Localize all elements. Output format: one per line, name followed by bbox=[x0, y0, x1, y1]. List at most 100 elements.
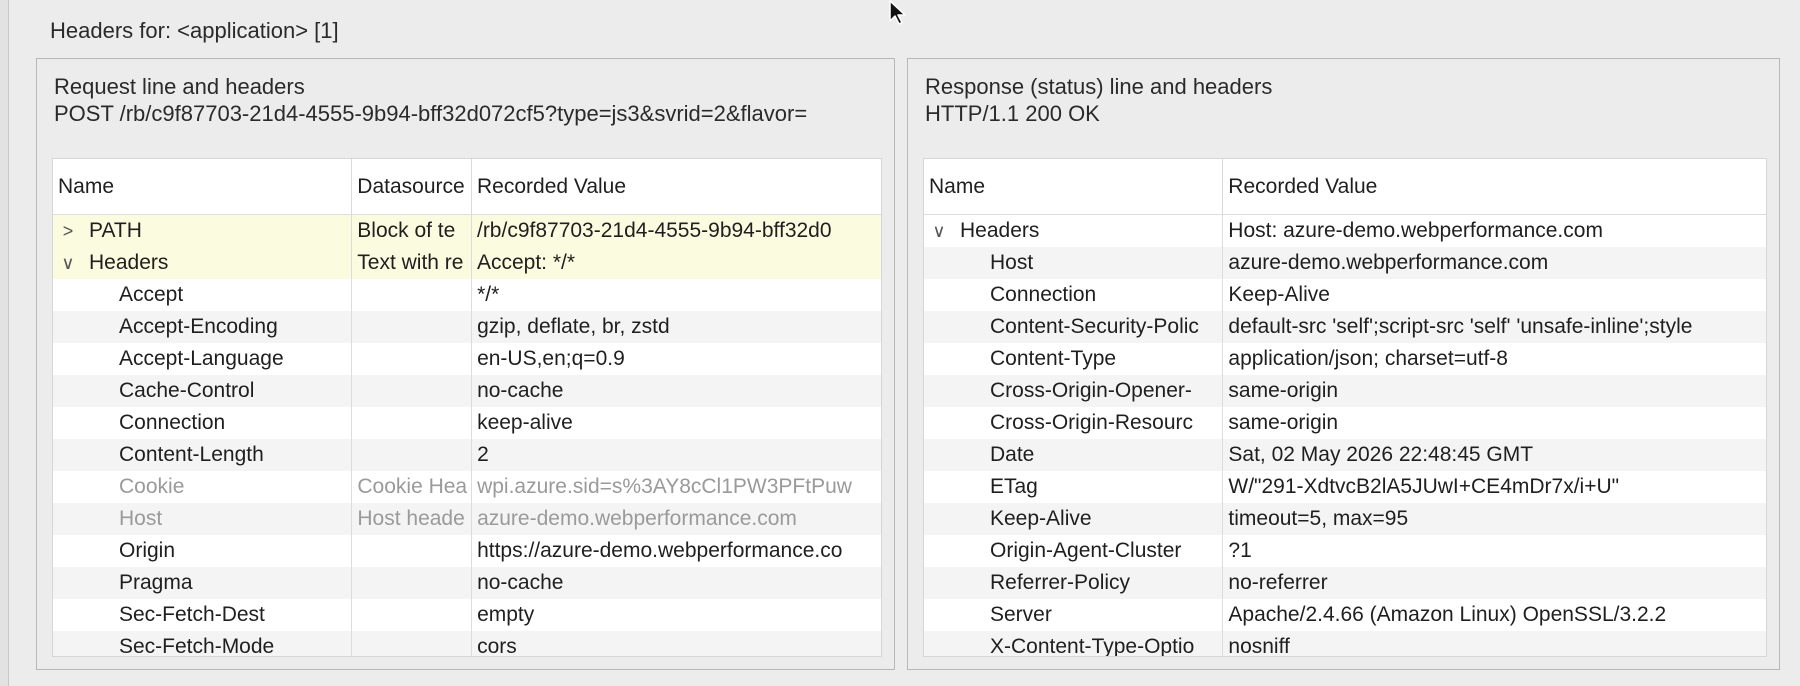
row-value-cell: https://azure-demo.webperformance.co bbox=[477, 539, 843, 562]
row-name-cell: Connection bbox=[53, 407, 353, 439]
row-name-cell: Pragma bbox=[53, 567, 353, 599]
table-row[interactable]: Origin-Agent-Cluster ?1 bbox=[924, 535, 1766, 567]
row-name-label: Accept-Encoding bbox=[119, 315, 278, 338]
table-row[interactable]: Cookie Cookie Hea wpi.azure.sid=s%3AY8cCl1… bbox=[53, 471, 881, 503]
row-name-label: Date bbox=[990, 443, 1035, 466]
row-name-cell: Connection bbox=[924, 279, 1224, 311]
table-row[interactable]: Cache-Control no-cache bbox=[53, 375, 881, 407]
table-row[interactable]: ETag W/"291-XdtvcB2lA5JUwI+CE4mDr7x/i+U" bbox=[924, 471, 1766, 503]
row-datasource-cell bbox=[352, 439, 473, 471]
row-name-cell: ∨ Headers bbox=[924, 215, 1224, 247]
table-row[interactable]: Server Apache/2.4.66 (Amazon Linux) OpenS… bbox=[924, 599, 1766, 631]
table-row[interactable]: Cross-Origin-Opener-same-origin bbox=[924, 375, 1766, 407]
row-value-cell: azure-demo.webperformance.com bbox=[1228, 251, 1549, 274]
col-recorded-value-header[interactable]: Recorded Value bbox=[472, 159, 881, 215]
response-table-body: ∨ Headers Host: azure-demo.webperformance.… bbox=[924, 215, 1766, 657]
mouse-pointer-icon bbox=[889, 0, 906, 25]
row-value-cell: Host: azure-demo.webperformance.com bbox=[1228, 219, 1603, 242]
row-value-cell: same-origin bbox=[1228, 379, 1339, 402]
left-edge-panel bbox=[0, 0, 9, 686]
row-name-cell: Origin bbox=[53, 535, 353, 567]
row-name-label: Referrer-Policy bbox=[990, 571, 1131, 594]
table-row[interactable]: Content-Security-Polic default-src 'self'… bbox=[924, 311, 1766, 343]
table-row[interactable]: Date Sat, 02 May 2026 22:48:45 GMT bbox=[924, 439, 1766, 471]
row-datasource-cell: Text with re bbox=[352, 247, 472, 279]
row-name-cell: X-Content-Type-Optio bbox=[924, 631, 1224, 657]
table-row[interactable]: Connection Keep-Alive bbox=[924, 279, 1766, 311]
row-name-cell: Cache-Control bbox=[53, 375, 353, 407]
row-name-label: Headers bbox=[960, 219, 1040, 242]
row-value-cell: Sat, 02 May 2026 22:48:45 GMT bbox=[1228, 443, 1534, 466]
chevron-right-icon[interactable]: > bbox=[57, 215, 79, 247]
row-name-cell: Accept bbox=[53, 279, 353, 311]
row-value-cell: gzip, deflate, br, zstd bbox=[477, 315, 670, 338]
row-value-cell: timeout=5, max=95 bbox=[1228, 507, 1409, 530]
table-row[interactable]: Sec-Fetch-Mode cors bbox=[53, 631, 881, 657]
table-row[interactable]: ∨ Headers Text with re Accept: */* bbox=[53, 247, 881, 279]
row-datasource-cell: Host heade bbox=[352, 503, 473, 535]
row-name-cell: Sec-Fetch-Dest bbox=[53, 599, 353, 631]
row-value-cell: azure-demo.webperformance.com bbox=[477, 507, 797, 530]
row-name-label: ETag bbox=[990, 475, 1038, 498]
row-name-label: X-Content-Type-Optio bbox=[990, 635, 1195, 657]
response-group-title: Response (status) line and headers bbox=[925, 74, 1273, 99]
chevron-down-icon[interactable]: ∨ bbox=[57, 247, 79, 279]
request-headers-group: Request line and headers POST /rb/c9f877… bbox=[36, 58, 895, 670]
row-value-cell: wpi.azure.sid=s%3AY8cCl1PW3PFtPuw bbox=[477, 475, 852, 498]
row-name-cell: Host bbox=[53, 503, 353, 535]
table-row[interactable]: Accept-Language en-US,en;q=0.9 bbox=[53, 343, 881, 375]
row-name-cell: Accept-Language bbox=[53, 343, 353, 375]
row-name-cell: Cookie bbox=[53, 471, 353, 503]
table-row[interactable]: Connection keep-alive bbox=[53, 407, 881, 439]
row-datasource-cell bbox=[352, 535, 473, 567]
row-name-cell: Origin-Agent-Cluster bbox=[924, 535, 1224, 567]
chevron-down-icon[interactable]: ∨ bbox=[928, 215, 950, 247]
row-value-cell: /rb/c9f87703-21d4-4555-9b94-bff32d0 bbox=[476, 219, 832, 242]
col-recorded-value-header[interactable]: Recorded Value bbox=[1223, 159, 1766, 215]
row-value-cell: same-origin bbox=[1228, 411, 1339, 434]
response-headers-table[interactable]: Name Recorded Value ∨ Headers Host: azure-… bbox=[923, 158, 1767, 657]
row-value-cell: Accept: */* bbox=[476, 251, 576, 274]
row-datasource-cell bbox=[352, 631, 473, 656]
row-value-cell: W/"291-XdtvcB2lA5JUwI+CE4mDr7x/i+U" bbox=[1228, 475, 1620, 498]
table-row[interactable]: Origin https://azure-demo.webperformance.… bbox=[53, 535, 881, 567]
col-name-header[interactable]: Name bbox=[924, 159, 1224, 215]
table-row[interactable]: Host azure-demo.webperformance.com bbox=[924, 247, 1766, 279]
table-row[interactable]: Content-Type application/json; charset=ut… bbox=[924, 343, 1766, 375]
row-value-cell: keep-alive bbox=[477, 411, 573, 434]
table-row[interactable]: Pragma no-cache bbox=[53, 567, 881, 599]
request-group-title: Request line and headers bbox=[54, 74, 305, 99]
row-name-cell: Content-Security-Polic bbox=[924, 311, 1224, 343]
request-line: POST /rb/c9f87703-21d4-4555-9b94-bff32d0… bbox=[54, 101, 808, 126]
row-name-cell: Accept-Encoding bbox=[53, 311, 353, 343]
headers-panel-title: Headers for: <application> [1] bbox=[50, 18, 339, 43]
table-row[interactable]: Sec-Fetch-Dest empty bbox=[53, 599, 881, 631]
table-row[interactable]: Accept-Encoding gzip, deflate, br, zstd bbox=[53, 311, 881, 343]
row-name-label: Headers bbox=[89, 251, 169, 274]
table-row[interactable]: ∨ Headers Host: azure-demo.webperformance.… bbox=[924, 215, 1766, 247]
row-name-label: Accept bbox=[119, 283, 184, 306]
table-row[interactable]: Referrer-Policy no-referrer bbox=[924, 567, 1766, 599]
row-datasource-cell bbox=[352, 279, 473, 311]
row-value-cell: ?1 bbox=[1228, 539, 1252, 562]
row-datasource-cell bbox=[352, 599, 473, 631]
row-name-label: PATH bbox=[89, 219, 142, 242]
table-row[interactable]: Host Host heade azure-demo.webperformance.… bbox=[53, 503, 881, 535]
table-row[interactable]: Accept */* bbox=[53, 279, 881, 311]
row-value-cell: nosniff bbox=[1228, 635, 1290, 657]
row-value-cell: 2 bbox=[477, 443, 489, 466]
table-row[interactable]: Content-Length 2 bbox=[53, 439, 881, 471]
row-name-label: Accept-Language bbox=[119, 347, 284, 370]
request-headers-table[interactable]: Name Datasource Recorded Value > PATH Bloc… bbox=[52, 158, 882, 657]
col-datasource-header[interactable]: Datasource bbox=[352, 159, 472, 215]
table-row[interactable]: > PATH Block of te/rb/c9f87703-21d4-4555-9… bbox=[53, 215, 881, 247]
row-value-cell: default-src 'self';script-src 'self' 'un… bbox=[1228, 315, 1693, 338]
table-row[interactable]: Keep-Alive timeout=5, max=95 bbox=[924, 503, 1766, 535]
col-name-header[interactable]: Name bbox=[53, 159, 353, 215]
row-name-label: Sec-Fetch-Mode bbox=[119, 635, 275, 657]
row-value-cell: application/json; charset=utf-8 bbox=[1228, 347, 1508, 370]
row-datasource-cell bbox=[352, 311, 473, 343]
row-name-label: Content-Length bbox=[119, 443, 264, 466]
table-row[interactable]: X-Content-Type-Optio nosniff bbox=[924, 631, 1766, 657]
table-row[interactable]: Cross-Origin-Resourc same-origin bbox=[924, 407, 1766, 439]
